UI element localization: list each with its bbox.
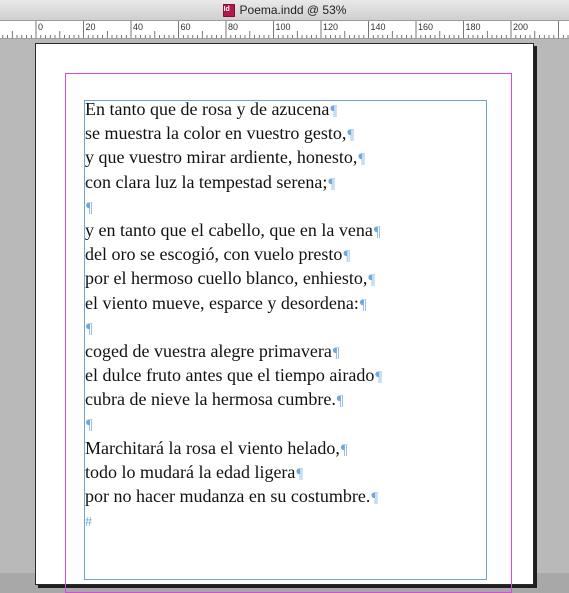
poem-line-text: por no hacer mudanza en su costumbre. — [85, 486, 371, 506]
poem-line-text: se muestra la color en vuestro gesto, — [85, 123, 347, 144]
poem-line-text: y que vuestro mirar ardiente, honesto, — [85, 147, 358, 168]
poem-line-text: con clara luz la tempestad serena; — [85, 171, 328, 192]
poem-line-text: y en tanto que el cabello, que en la ven… — [85, 219, 373, 240]
poem-line[interactable]: por no hacer mudanza en su costumbre.¶ — [85, 484, 505, 508]
poem-line[interactable]: el dulce fruto antes que el tiempo airad… — [85, 363, 505, 387]
end-of-story-line: # — [85, 508, 505, 532]
paragraph-mark: ¶ — [86, 320, 93, 337]
horizontal-ruler[interactable]: 0 20 40 60 80 100 120 140 160 180 200 — [0, 21, 569, 39]
paragraph-mark: ¶ — [373, 223, 381, 240]
ruler-label: 60 — [180, 22, 191, 32]
poem-line-text: el viento mueve, esparce y desordena: — [85, 292, 359, 313]
poem-line[interactable]: cubra de nieve la hermosa cumbre.¶ — [85, 387, 505, 411]
window-titlebar[interactable]: Poema.indd @ 53% — [0, 0, 569, 21]
poem-line-text: todo lo mudará la edad ligera — [85, 461, 296, 482]
paragraph-mark: ¶ — [340, 441, 348, 458]
poem-line[interactable]: coged de vuestra alegre primavera¶ — [85, 339, 505, 363]
paragraph-mark: ¶ — [86, 417, 93, 434]
empty-paragraph[interactable]: ¶ — [85, 194, 505, 218]
paragraph-mark: ¶ — [330, 103, 338, 119]
poem-line[interactable]: por el hermoso cuello blanco, enhiesto,¶ — [85, 266, 505, 290]
ruler-label: 20 — [85, 22, 96, 32]
paragraph-mark: ¶ — [332, 344, 340, 361]
poem-line-text: coged de vuestra alegre primavera — [85, 340, 332, 361]
paragraph-mark: ¶ — [343, 248, 351, 265]
ruler-label: 140 — [370, 22, 386, 32]
paragraph-mark: ¶ — [336, 393, 344, 410]
paragraph-mark: ¶ — [328, 175, 336, 192]
poem-line[interactable]: con clara luz la tempestad serena;¶ — [85, 170, 505, 194]
poem-line-text: Marchitará la rosa el viento helado, — [85, 437, 340, 458]
poem-line[interactable]: Marchitará la rosa el viento helado,¶ — [85, 436, 505, 460]
poem-line[interactable]: el viento mueve, esparce y desordena:¶ — [85, 291, 505, 315]
poem-line-text: En tanto que de rosa y de azucena — [85, 99, 330, 119]
poem-line[interactable]: del oro se escogió, con vuelo presto¶ — [85, 242, 505, 266]
paragraph-mark: ¶ — [359, 296, 367, 313]
poem-story[interactable]: En tanto que de rosa y de azucena¶ se mue… — [85, 97, 505, 532]
indesign-document-icon — [222, 3, 235, 17]
empty-paragraph[interactable]: ¶ — [85, 315, 505, 339]
ruler-label: 0 — [38, 22, 44, 32]
ruler-label: 180 — [465, 22, 481, 32]
poem-line-text: cubra de nieve la hermosa cumbre. — [85, 389, 336, 410]
paragraph-mark: ¶ — [358, 151, 366, 168]
end-of-story-mark: # — [85, 515, 92, 531]
poem-line[interactable]: se muestra la color en vuestro gesto,¶ — [85, 121, 505, 145]
ruler-label: 40 — [133, 22, 144, 32]
paragraph-mark: ¶ — [86, 199, 93, 216]
poem-line-text: por el hermoso cuello blanco, enhiesto, — [85, 268, 368, 289]
poem-line[interactable]: En tanto que de rosa y de azucena¶ — [85, 97, 505, 121]
paragraph-mark: ¶ — [368, 272, 376, 289]
poem-line[interactable]: y en tanto que el cabello, que en la ven… — [85, 218, 505, 242]
ruler-label: 80 — [228, 22, 239, 32]
window-title: Poema.indd @ 53% — [239, 3, 347, 17]
poem-line-text: el dulce fruto antes que el tiempo airad… — [85, 365, 375, 386]
poem-line-text: del oro se escogió, con vuelo presto — [85, 244, 343, 265]
ruler-label: 120 — [323, 22, 339, 32]
paragraph-mark: ¶ — [296, 465, 304, 482]
empty-paragraph[interactable]: ¶ — [85, 411, 505, 435]
ruler-label: 200 — [513, 22, 529, 32]
paragraph-mark: ¶ — [347, 127, 355, 144]
poem-line[interactable]: y que vuestro mirar ardiente, honesto,¶ — [85, 145, 505, 169]
poem-line[interactable]: todo lo mudará la edad ligera¶ — [85, 460, 505, 484]
ruler-label: 160 — [418, 22, 434, 32]
ruler-label: 100 — [275, 22, 291, 32]
paragraph-mark: ¶ — [375, 369, 383, 386]
paragraph-mark: ¶ — [371, 490, 379, 506]
